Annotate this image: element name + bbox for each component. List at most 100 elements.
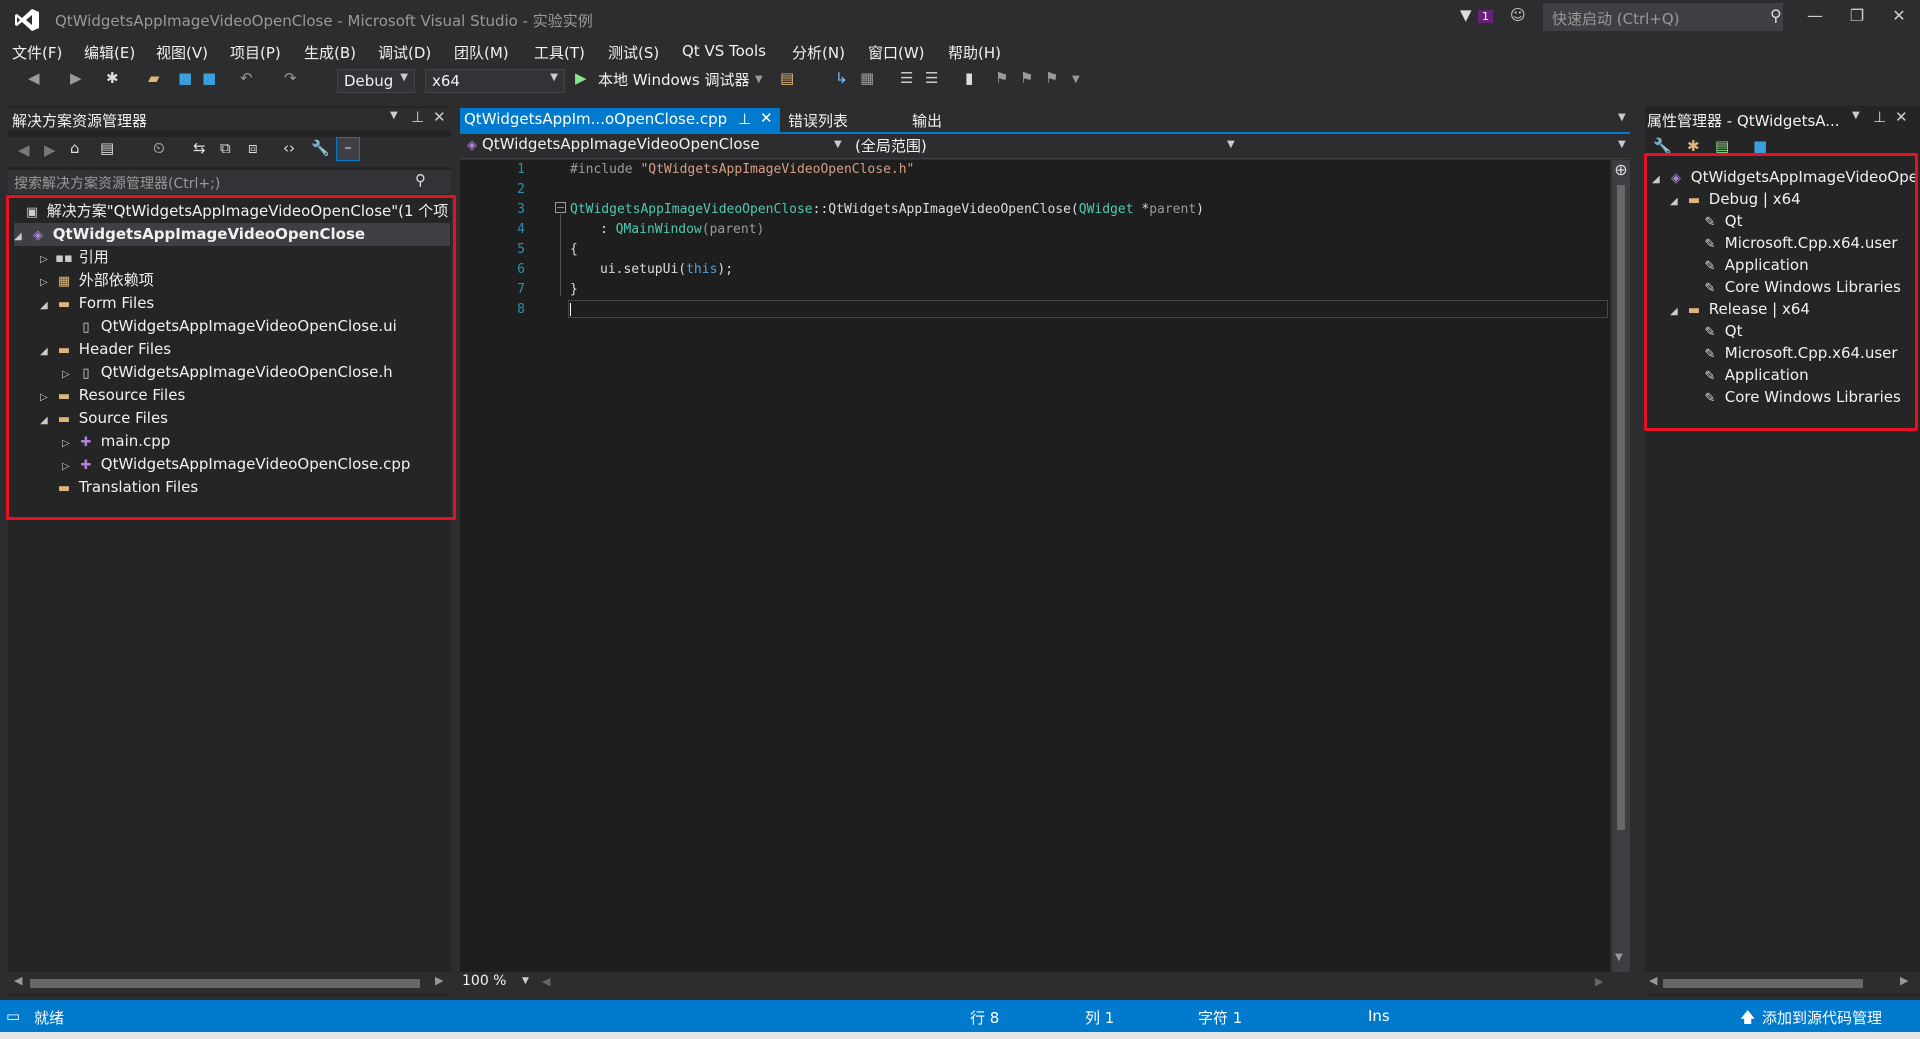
play-icon[interactable]: ▶ <box>575 69 587 87</box>
menu-help[interactable]: 帮助(H) <box>948 42 1001 63</box>
menu-project[interactable]: 项目(P) <box>230 42 281 63</box>
filter-icon[interactable]: ▼ <box>1460 6 1472 24</box>
forward-icon[interactable]: ▶ <box>70 69 82 87</box>
menu-file[interactable]: 文件(F) <box>12 42 62 63</box>
feedback-icon[interactable]: ☺ <box>1510 6 1526 24</box>
scroll-left-icon[interactable]: ◀ <box>14 974 22 987</box>
collapse-region-icon[interactable]: − <box>555 202 566 213</box>
pin-icon[interactable]: ⊥ <box>1873 108 1886 126</box>
property-hscrollbar[interactable]: ◀ ▶ <box>1645 972 1920 994</box>
back-icon[interactable]: ◀ <box>18 141 30 159</box>
switch-views-icon[interactable]: ▤ <box>100 139 114 157</box>
split-icon[interactable]: ⊕ <box>1612 160 1630 179</box>
collapse-all-icon[interactable]: ⧉ <box>220 139 231 157</box>
menu-team[interactable]: 团队(M) <box>454 42 509 63</box>
uncomment-icon[interactable]: ☰ <box>925 69 938 87</box>
scroll-right-icon[interactable]: ▶ <box>435 974 443 987</box>
notification-badge[interactable]: 1 <box>1478 10 1493 23</box>
redo-icon[interactable]: ↷ <box>284 69 297 87</box>
next-bookmark-icon[interactable]: ⚑ <box>1020 69 1033 87</box>
bookmark-icon[interactable]: ▮ <box>965 69 973 87</box>
tab-overflow-icon[interactable]: ▼ <box>1618 112 1626 123</box>
undo-icon[interactable]: ↶ <box>240 69 253 87</box>
arrow-up-icon[interactable]: 🡅 <box>1740 1007 1755 1032</box>
panel-menu-icon[interactable]: ▼ <box>1852 110 1860 121</box>
tab-error-list[interactable]: 错误列表 <box>788 110 848 131</box>
project-nav-dropdown[interactable]: ◈ QtWidgetsAppImageVideoOpenClose ▼ <box>462 135 847 157</box>
comment-icon[interactable]: ☰ <box>900 69 913 87</box>
quick-launch-input[interactable]: 快速启动 (Ctrl+Q) <box>1543 3 1783 31</box>
chevron-down-icon[interactable]: ▼ <box>755 74 763 85</box>
clear-bookmark-icon[interactable]: ⚑ <box>1045 69 1058 87</box>
run-debugger-button[interactable]: 本地 Windows 调试器 <box>598 69 750 90</box>
restore-button[interactable]: ❐ <box>1842 6 1872 30</box>
code-token: ); <box>717 262 734 277</box>
chevron-down-icon: ▼ <box>834 139 842 150</box>
menu-edit[interactable]: 编辑(E) <box>84 42 135 63</box>
toolbar-overflow-icon[interactable]: ▼ <box>1072 74 1080 85</box>
project-icon: ◈ <box>467 138 477 153</box>
pin-icon[interactable]: ⊥ <box>411 108 424 126</box>
history-icon[interactable]: ⏲ <box>153 139 165 157</box>
open-file-icon[interactable]: ▰ <box>148 69 160 87</box>
search-icon[interactable]: ⚲ <box>415 171 426 189</box>
find-in-files-icon[interactable]: ▤ <box>780 69 794 87</box>
step-icon[interactable]: ↳ <box>835 69 848 87</box>
menu-build[interactable]: 生成(B) <box>304 42 356 63</box>
scroll-right-icon[interactable]: ▶ <box>1595 975 1603 988</box>
menu-debug[interactable]: 调试(D) <box>378 42 431 63</box>
new-project-icon[interactable]: ✱ <box>106 69 119 87</box>
code-editor[interactable] <box>460 160 1610 972</box>
zoom-select[interactable]: 100 % ▼ <box>462 973 534 993</box>
scroll-left-icon[interactable]: ◀ <box>542 975 550 988</box>
pin-icon[interactable]: ⊥ <box>738 110 751 128</box>
toggle-icon[interactable]: ▦ <box>860 69 874 87</box>
panel-menu-icon[interactable]: ▼ <box>390 110 398 121</box>
menu-analyze[interactable]: 分析(N) <box>792 42 845 63</box>
save-icon[interactable]: ■ <box>178 69 192 87</box>
code-token: (parent) <box>701 222 765 237</box>
close-icon[interactable]: ✕ <box>1895 108 1908 126</box>
close-icon[interactable]: ✕ <box>433 108 446 126</box>
platform-select[interactable]: x64 ▼ <box>425 69 565 93</box>
member-nav-dropdown[interactable]: ▼ <box>1618 139 1626 150</box>
view-code-icon[interactable]: ‹› <box>283 139 295 157</box>
back-icon[interactable]: ◀ <box>28 69 40 87</box>
sync-icon[interactable]: ⇆ <box>193 139 206 157</box>
line-number: 1 <box>517 162 525 177</box>
tab-output[interactable]: 输出 <box>912 110 942 131</box>
preview-icon[interactable]: – <box>336 137 360 161</box>
menu-test[interactable]: 测试(S) <box>608 42 659 63</box>
scroll-thumb[interactable] <box>1617 185 1625 830</box>
close-button[interactable]: ✕ <box>1884 6 1914 30</box>
minimize-button[interactable]: — <box>1800 6 1830 30</box>
menu-qt-vs-tools[interactable]: Qt VS Tools <box>682 42 766 60</box>
scroll-down-icon[interactable]: ▼ <box>1615 952 1623 963</box>
search-icon[interactable]: ⚲ <box>1770 6 1782 25</box>
add-to-source-control-button[interactable]: 添加到源代码管理 <box>1762 1007 1882 1028</box>
menu-view[interactable]: 视图(V) <box>156 42 208 63</box>
tab-cpp-file[interactable]: QtWidgetsAppIm...oOpenClose.cpp ⊥ ✕ <box>460 108 780 132</box>
prev-bookmark-icon[interactable]: ⚑ <box>995 69 1008 87</box>
configuration-select[interactable]: Debug ▼ <box>337 69 415 93</box>
scroll-thumb[interactable] <box>1663 979 1863 988</box>
menu-tools[interactable]: 工具(T) <box>534 42 585 63</box>
properties-wrench-icon[interactable]: 🔧 <box>311 139 330 157</box>
scroll-right-icon[interactable]: ▶ <box>1900 974 1908 987</box>
code-line-6: ui.setupUi(this); <box>600 262 733 277</box>
show-all-files-icon[interactable]: ⧈ <box>248 139 258 157</box>
bottom-strip <box>0 1032 1920 1039</box>
code-token: QtWidgetsAppImageVideoOpenClose <box>570 202 813 217</box>
scroll-thumb[interactable] <box>30 979 420 988</box>
save-all-icon[interactable]: ■ <box>202 69 216 87</box>
close-icon[interactable]: ✕ <box>760 109 773 127</box>
code-token: : <box>600 222 616 237</box>
home-icon[interactable]: ⌂ <box>70 139 80 157</box>
forward-icon[interactable]: ▶ <box>44 141 56 159</box>
scope-nav-dropdown[interactable]: (全局范围) ▼ <box>855 135 1240 157</box>
line-number: 4 <box>517 222 525 237</box>
solution-hscrollbar[interactable]: ◀ ▶ <box>8 972 451 994</box>
menu-window[interactable]: 窗口(W) <box>868 42 925 63</box>
solution-search-input[interactable]: 搜索解决方案资源管理器(Ctrl+;) <box>8 170 451 194</box>
scroll-left-icon[interactable]: ◀ <box>1649 974 1657 987</box>
